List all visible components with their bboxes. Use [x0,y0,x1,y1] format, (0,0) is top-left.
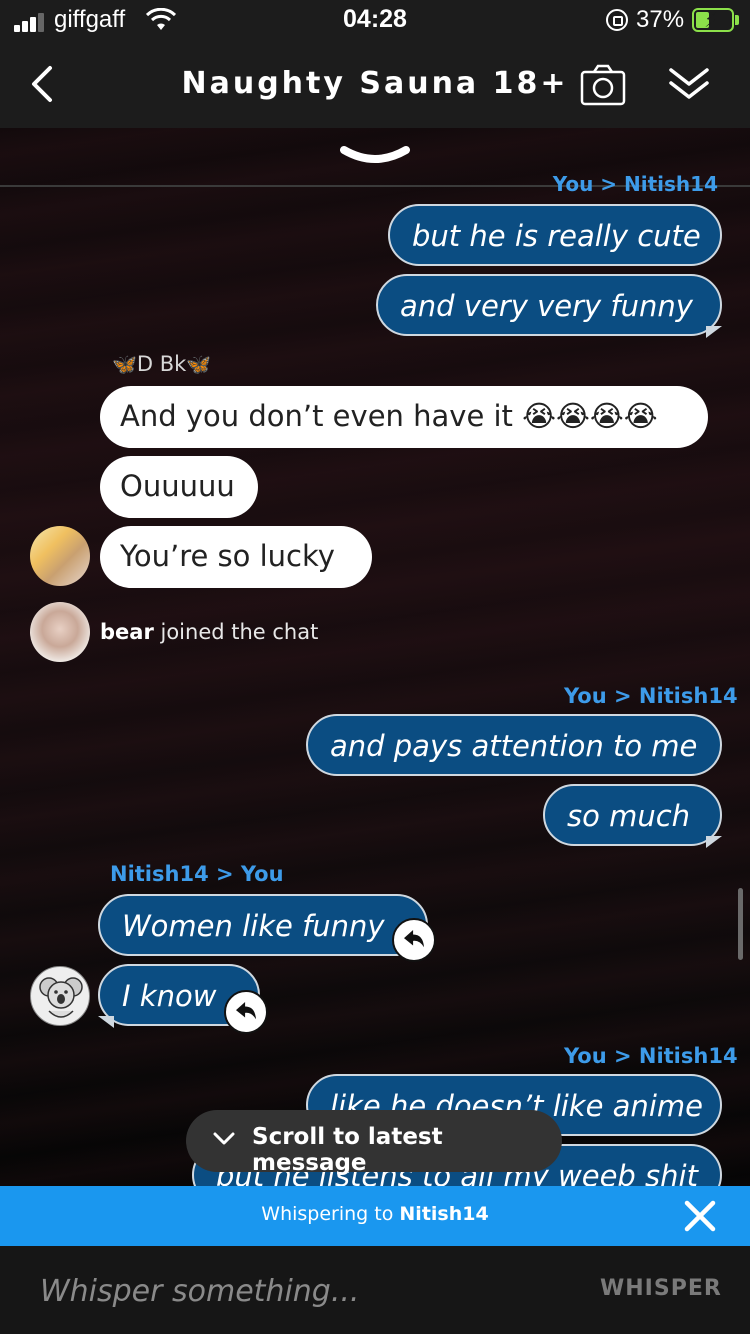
whisper-header: You > Nitish14 [552,172,718,196]
message-bubble[interactable]: You’re so lucky [100,526,372,588]
double-chevron-down-icon[interactable] [668,66,710,102]
chat-header: Naughty Sauna 18+ [0,44,750,128]
join-event: bear joined the chat [100,620,319,644]
avatar[interactable] [30,602,90,662]
whisper-input[interactable] [28,1266,568,1316]
status-bar: giffgaff 04:28 37% ⚡ [0,0,750,44]
message-bubble[interactable]: so much [543,784,722,846]
battery-tip [735,15,739,25]
chevron-down-icon[interactable] [340,142,410,172]
whisper-target: Nitish14 [399,1203,489,1225]
chevron-down-icon [213,1132,235,1145]
avatar[interactable] [30,526,90,586]
bubble-tail [706,836,722,848]
message-bubble[interactable]: Ouuuuu [100,456,258,518]
whisper-header: You > Nitish14 [564,684,738,708]
whisper-send-button[interactable]: WHISPER [600,1276,722,1301]
message-bubble[interactable]: and pays attention to me [306,714,722,776]
scrollbar[interactable] [738,888,743,960]
whisper-header: Nitish14 > You [110,862,284,886]
message-bubble[interactable]: and very very funny [376,274,722,336]
battery-percentage: 37% [636,6,685,33]
input-bar: WHISPER [0,1246,750,1334]
butterfly-icon: 🦋 [186,352,212,376]
bubble-tail [706,326,722,338]
reply-icon [236,1002,256,1020]
close-icon[interactable] [682,1198,718,1234]
whisper-header: You > Nitish14 [564,1044,738,1068]
avatar[interactable] [30,966,90,1026]
butterfly-icon: 🦋 [112,352,137,376]
message-bubble[interactable]: And you don’t even have it 😭😭😭😭 [100,386,708,448]
scroll-to-latest-label: Scroll to latest message [252,1124,443,1176]
message-bubble[interactable]: Women like funny [98,894,428,956]
battery-icon: ⚡ [692,8,734,32]
room-title: Naughty Sauna 18+ [181,66,569,101]
join-username: bear [100,620,154,644]
reply-button[interactable] [224,990,268,1034]
koala-icon [39,977,83,1018]
bubble-tail [98,1016,114,1028]
reply-button[interactable] [392,918,436,962]
message-bubble[interactable]: but he is really cute [388,204,722,266]
scroll-to-latest-button[interactable]: Scroll to latest message [186,1110,562,1176]
whisper-banner: Whispering to Nitish14 [0,1186,750,1246]
reply-icon [404,930,424,948]
chat-area[interactable]: You > Nitish14 but he is really cute and… [0,128,750,1186]
orientation-lock-icon [606,9,628,31]
camera-icon[interactable] [580,64,626,106]
sender-name: 🦋D Bk🦋 [112,352,212,376]
whisper-banner-text: Whispering to Nitish14 [261,1203,489,1225]
